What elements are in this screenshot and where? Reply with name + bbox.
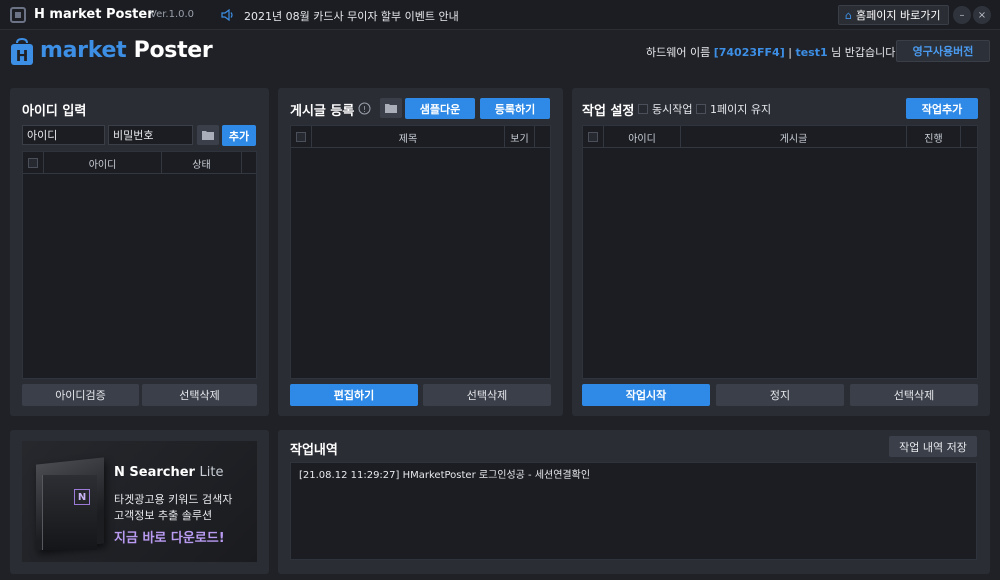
id-select-all-cell — [23, 152, 44, 174]
ad-line-1: 타겟광고용 키워드 검색자 — [114, 493, 233, 506]
status-col-header: 상태 — [162, 152, 242, 174]
task-select-all-cell — [583, 126, 604, 148]
delete-task-button[interactable]: 선택삭제 — [850, 384, 978, 406]
delete-post-button[interactable]: 선택삭제 — [423, 384, 551, 406]
separator: | — [788, 46, 792, 59]
hardware-info: 하드웨어 이름 [74023FF4] | test1 님 반갑습니다! — [646, 44, 900, 60]
concurrent-checkbox[interactable] — [638, 104, 648, 114]
add-id-button[interactable]: 추가 — [222, 125, 256, 146]
verify-id-button[interactable]: 아이디검증 — [22, 384, 139, 406]
ad-cta[interactable]: 지금 바로 다운로드! — [114, 527, 225, 546]
app-logo-icon — [10, 7, 26, 23]
concurrent-label: 동시작업 — [652, 103, 693, 116]
keep-page-label: 1페이지 유지 — [710, 103, 772, 116]
brand-word-poster: Poster — [133, 38, 213, 63]
post-select-all-cell — [291, 126, 312, 148]
id-folder-button[interactable] — [197, 125, 219, 145]
minimize-button[interactable]: – — [953, 6, 971, 24]
post-table: 제목 보기 — [290, 125, 551, 379]
edit-post-button[interactable]: 편집하기 — [290, 384, 418, 406]
brand-title: market Poster — [40, 38, 213, 63]
view-col-header: 보기 — [505, 126, 535, 148]
homepage-button-label: 홈페이지 바로가기 — [855, 9, 941, 22]
folder-icon — [202, 131, 214, 140]
id-table-header: 아이디 상태 — [23, 152, 256, 174]
ad-product-edition: Lite — [199, 465, 224, 480]
log-entry: [21.08.12 11:29:27] HMarketPoster 로그인성공 … — [299, 470, 591, 481]
ad-banner[interactable]: N N Searcher Lite 타겟광고용 키워드 검색자 고객정보 추출 … — [22, 441, 257, 562]
home-icon: ⌂ — [845, 8, 852, 22]
ad-line-2: 고객정보 추출 솔루션 — [114, 509, 213, 522]
folder-icon — [385, 104, 397, 113]
hardware-id: [74023FF4] — [713, 46, 785, 59]
app-name: H market Poster — [34, 7, 154, 22]
add-task-button[interactable]: 작업추가 — [906, 98, 978, 119]
post-table-header: 제목 보기 — [291, 126, 550, 148]
delete-id-button[interactable]: 선택삭제 — [142, 384, 257, 406]
post-panel-title: 게시글 등록 — [290, 104, 355, 119]
password-input[interactable] — [108, 125, 193, 145]
title-col-header: 제목 — [312, 126, 505, 148]
task-panel-title: 작업 설정 — [582, 104, 635, 119]
progress-col-header: 진행 — [907, 126, 961, 148]
permanent-version-button[interactable]: 영구사용버전 — [896, 40, 990, 62]
id-input[interactable] — [22, 125, 105, 145]
post-select-all-checkbox[interactable] — [296, 132, 306, 142]
title-bar: H market Poster Ver.1.0.0 2021년 08월 카드사 … — [0, 0, 1000, 30]
save-log-button[interactable]: 작업 내역 저장 — [889, 436, 977, 457]
notice-link[interactable]: 2021년 08월 카드사 무이자 할부 이벤트 안내 — [244, 8, 459, 24]
keep-page-option[interactable]: 1페이지 유지 — [696, 101, 771, 117]
svg-text:!: ! — [363, 105, 366, 114]
keep-page-checkbox[interactable] — [696, 104, 706, 114]
product-box-front — [42, 475, 97, 550]
id-col-header: 아이디 — [44, 152, 162, 174]
task-select-all-checkbox[interactable] — [588, 132, 598, 142]
task-table: 아이디 게시글 진행 — [582, 125, 978, 379]
id-table: 아이디 상태 — [22, 151, 257, 379]
post-panel: 게시글 등록 ! 샘플다운 등록하기 제목 보기 편집하기 선택삭제 — [278, 88, 563, 416]
ad-product-name: N Searcher — [114, 465, 195, 480]
header: H market Poster 하드웨어 이름 [74023FF4] | tes… — [0, 30, 1000, 75]
concurrent-option[interactable]: 동시작업 — [638, 101, 692, 117]
speaker-icon — [221, 9, 233, 21]
log-panel-title: 작업내역 — [290, 443, 338, 458]
task-panel: 작업 설정 동시작업 1페이지 유지 작업추가 아이디 게시글 진행 작업시작 … — [572, 88, 990, 416]
task-id-col-header: 아이디 — [604, 126, 681, 148]
task-post-col-header: 게시글 — [681, 126, 907, 148]
info-icon[interactable]: ! — [358, 102, 371, 115]
close-button[interactable]: × — [973, 6, 991, 24]
stop-task-button[interactable]: 정지 — [716, 384, 844, 406]
register-post-button[interactable]: 등록하기 — [480, 98, 550, 119]
hardware-label: 하드웨어 이름 — [646, 46, 711, 59]
homepage-button[interactable]: ⌂ 홈페이지 바로가기 — [838, 5, 950, 25]
id-panel-title: 아이디 입력 — [22, 104, 87, 119]
greeting-text: 님 반갑습니다! — [831, 46, 900, 59]
app-version: Ver.1.0.0 — [150, 9, 195, 20]
product-box-logo: N — [74, 489, 90, 505]
log-area: [21.08.12 11:29:27] HMarketPoster 로그인성공 … — [290, 462, 977, 560]
task-table-header: 아이디 게시글 진행 — [583, 126, 977, 148]
brand-logo-icon: H — [11, 38, 33, 65]
svg-text:H: H — [16, 47, 29, 65]
id-input-panel: 아이디 입력 추가 아이디 상태 아이디검증 선택삭제 — [10, 88, 269, 416]
brand-word-market: market — [40, 38, 127, 63]
post-folder-button[interactable] — [380, 98, 402, 118]
username: test1 — [795, 46, 828, 59]
ad-title: N Searcher Lite — [114, 465, 223, 480]
id-select-all-checkbox[interactable] — [28, 158, 38, 168]
start-task-button[interactable]: 작업시작 — [582, 384, 710, 406]
sample-download-button[interactable]: 샘플다운 — [405, 98, 475, 119]
